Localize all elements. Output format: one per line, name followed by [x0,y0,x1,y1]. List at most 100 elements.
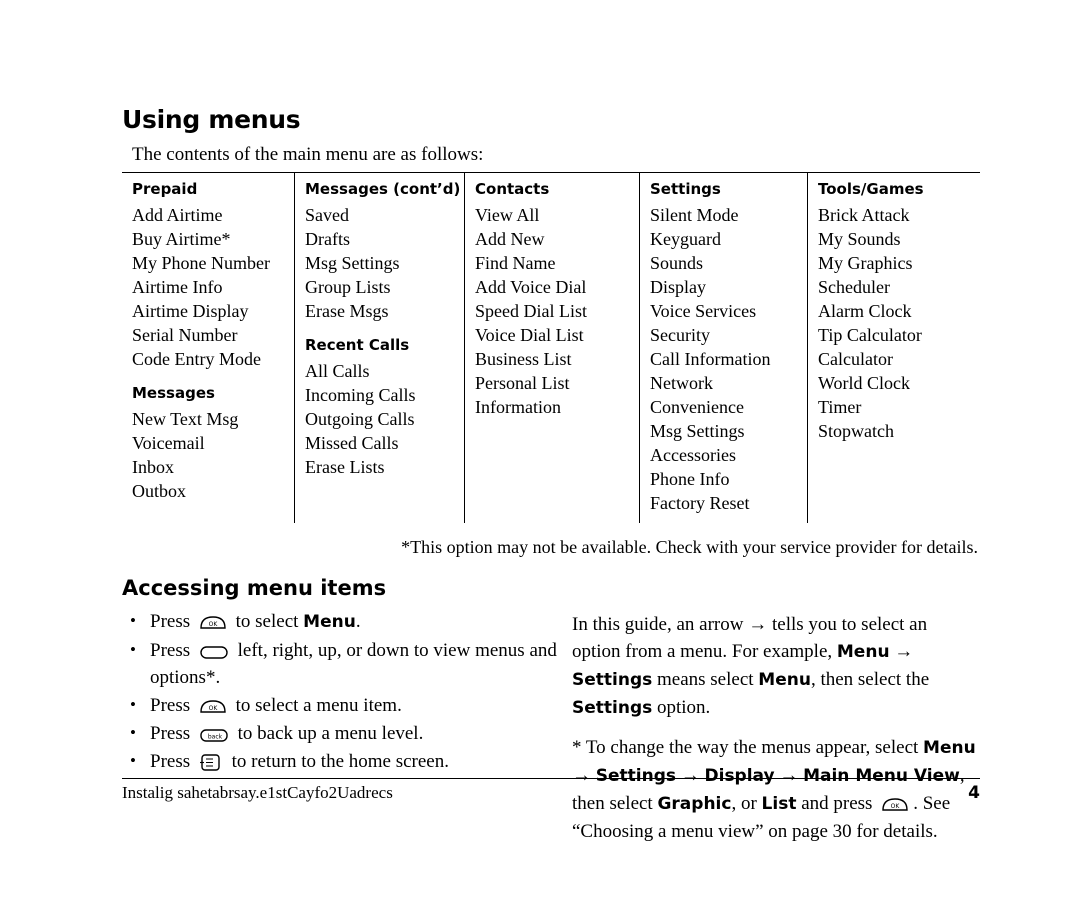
menu-item: My Graphics [818,253,913,273]
notes-column: In this guide, an arrow → tells you to s… [572,608,980,857]
menu-item: Voice Services [650,301,757,321]
menu-item: Personal List [475,373,570,393]
menu-item: Msg Settings [650,421,745,441]
menu-item: World Clock [818,373,911,393]
subsection-title: Accessing menu items [122,576,387,600]
menu-item: Network [650,373,713,393]
step-text: to select a menu item. [230,695,402,716]
menu-item: Sounds [650,253,704,273]
menu-term: Menu [758,670,811,690]
table-footnote: *This option may not be available. Check… [401,537,978,557]
menu-item: Speed Dial List [475,301,587,321]
page-content: Using menus The contents of the main men… [122,105,980,857]
menu-item: Tip Calculator [818,325,922,345]
menu-item: Msg Settings [305,253,400,273]
menu-contents-table: Prepaid Add Airtime Buy Airtime* My Phon… [122,172,980,523]
menu-item: View All [475,205,540,225]
para-text: In this guide, an arrow [572,614,749,635]
group-heading: Messages (cont’d) [305,180,461,198]
list-item: Press left, right, up, or down to view m… [122,636,572,691]
menu-column-settings: Settings Silent Mode Keyguard Sounds Dis… [639,173,807,523]
menu-item: Incoming Calls [305,385,416,405]
page-footer: Instalig sahetabrsay.e1stCayfo2Uadrecs 4 [122,783,980,803]
menu-item: Factory Reset [650,493,750,513]
menu-item: Silent Mode [650,205,739,225]
menu-item: Alarm Clock [818,301,912,321]
page-number: 4 [968,783,980,803]
menu-item: Code Entry Mode [132,349,261,369]
menu-item: Add Voice Dial [475,277,587,297]
list-item: Press OK to select Menu. [122,607,572,636]
footer-text: Instalig sahetabrsay.e1stCayfo2Uadrecs [122,783,393,802]
footer-divider [122,778,980,779]
step-text: to select [230,611,304,632]
menu-item: Buy Airtime* [132,229,231,249]
ok-key-icon: OK [198,699,228,716]
menu-item: Brick Attack [818,205,910,225]
group-heading: Settings [650,180,721,198]
menu-item: New Text Msg [132,409,239,429]
menu-item: Outbox [132,481,186,501]
ok-key-icon: OK [198,615,228,632]
arrow-glyph: → [894,641,914,662]
menu-term: Menu [836,642,890,662]
menu-item: Airtime Display [132,301,249,321]
step-tail: . [355,611,361,632]
svg-text:OK: OK [891,803,901,810]
step-text: to back up a menu level. [232,723,424,744]
menu-item: Keyguard [650,229,721,249]
menu-item: Phone Info [650,469,730,489]
page-title: Using menus [122,105,301,134]
list-item: Press OK to select a menu item. [122,691,572,719]
para-text: option. [652,697,711,718]
intro-text: The contents of the main menu are as fol… [132,144,484,165]
menu-item: Accessories [650,445,736,465]
menu-item: Voicemail [132,433,205,453]
para-text: * To change the way the menus appear, se… [572,737,924,758]
para-text: , then select the [810,669,930,690]
menu-item: Inbox [132,457,174,477]
svg-text:back: back [208,734,223,741]
menu-item: Stopwatch [818,421,894,441]
menu-item: Calculator [818,349,893,369]
step-press-label: Press [150,723,191,744]
menu-item: Erase Lists [305,457,385,477]
menu-column-prepaid: Prepaid Add Airtime Buy Airtime* My Phon… [122,173,294,523]
menu-item: Outgoing Calls [305,409,415,429]
group-heading: Tools/Games [818,180,924,198]
list-item: Press back to back up a menu level. [122,719,572,747]
step-bold-term: Menu [303,612,356,632]
group-heading: Recent Calls [305,336,410,354]
menu-column-contacts: Contacts View All Add New Find Name Add … [464,173,639,523]
end-key-icon [198,753,224,772]
menu-item: All Calls [305,361,370,381]
settings-term: Settings [572,698,653,718]
menu-item: Erase Msgs [305,301,389,321]
menu-item: Saved [305,205,349,225]
back-key-icon: back [198,727,230,744]
menu-item: Group Lists [305,277,391,297]
svg-text:OK: OK [209,705,219,712]
menu-item: My Phone Number [132,253,270,273]
group-heading: Contacts [475,180,550,198]
menu-item: Timer [818,397,862,417]
steps-column: Press OK to select Menu. Press [122,607,572,857]
menu-item: My Sounds [818,229,901,249]
menu-item: Display [650,277,706,297]
step-press-label: Press [150,640,191,661]
menu-item: Voice Dial List [475,325,584,345]
step-text: to return to the home screen. [226,751,449,772]
menu-item: Missed Calls [305,433,399,453]
arrow-glyph: → [748,614,768,635]
group-heading: Messages [132,384,215,402]
menu-item: Find Name [475,253,556,273]
menu-item: Business List [475,349,572,369]
document-page: Using menus The contents of the main men… [0,0,1080,900]
step-press-label: Press [150,611,191,632]
menu-item: Call Information [650,349,771,369]
steps-list: Press OK to select Menu. Press [122,607,572,775]
menu-item: Drafts [305,229,350,249]
menu-column-messages-cont: Messages (cont’d) Saved Drafts Msg Setti… [294,173,464,523]
group-heading: Prepaid [132,180,198,198]
menu-item: Add Airtime [132,205,223,225]
